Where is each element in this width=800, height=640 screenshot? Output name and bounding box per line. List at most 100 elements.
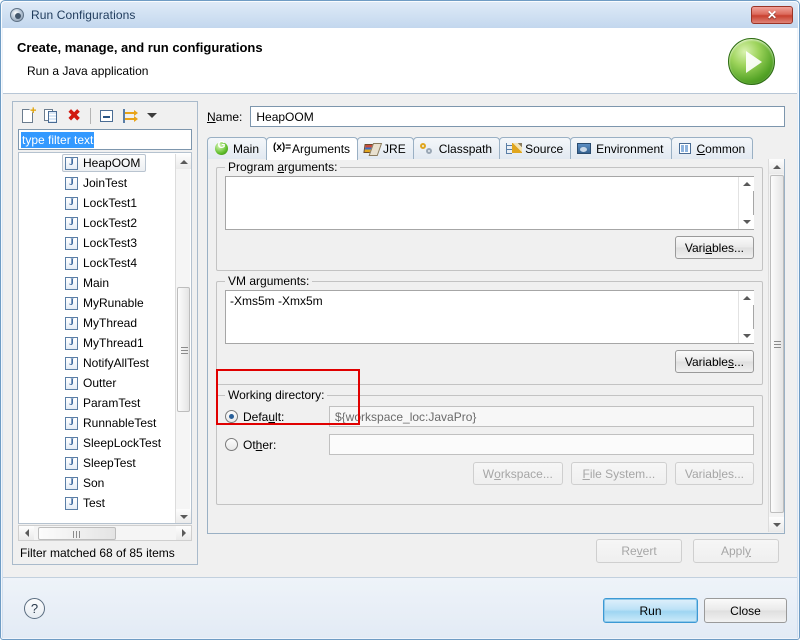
tree-item[interactable]: SleepTest bbox=[19, 453, 191, 473]
configurations-tree-panel: + ✖ bbox=[12, 101, 198, 565]
toolbar-separator bbox=[90, 108, 91, 124]
tree-item-label: NotifyAllTest bbox=[83, 356, 149, 370]
java-class-icon bbox=[65, 377, 78, 390]
name-input[interactable]: HeapOOM bbox=[250, 106, 785, 127]
tree-item-label: Test bbox=[83, 496, 105, 510]
working-dir-default-row: Default: ${workspace_loc:JavaPro} bbox=[225, 406, 754, 427]
tree-horizontal-scrollbar[interactable] bbox=[18, 525, 192, 541]
header-title: Create, manage, and run configurations bbox=[17, 40, 263, 55]
tab-environment[interactable]: Environment bbox=[570, 137, 671, 159]
java-class-icon bbox=[65, 317, 78, 330]
java-class-icon bbox=[65, 397, 78, 410]
tree-item[interactable]: NotifyAllTest bbox=[19, 353, 191, 373]
dialog-footer: ? Run Close bbox=[3, 577, 797, 638]
tree-item[interactable]: Son bbox=[19, 473, 191, 493]
vm-arguments-variables-button[interactable]: Variables... bbox=[675, 350, 754, 373]
vm-args-scroll-down[interactable] bbox=[739, 329, 754, 343]
content-scroll-down-button[interactable] bbox=[769, 517, 785, 532]
tree-item[interactable]: LockTest4 bbox=[19, 253, 191, 273]
vm-arguments-textarea[interactable]: -Xms5m -Xmx5m bbox=[225, 290, 754, 344]
tree-item[interactable]: SleepLockTest bbox=[19, 433, 191, 453]
tree-item[interactable]: Test bbox=[19, 493, 191, 513]
tree-item[interactable]: Outter bbox=[19, 373, 191, 393]
content-scroll-up-button[interactable] bbox=[769, 159, 785, 174]
tree-hscroll-right-button[interactable] bbox=[176, 526, 191, 540]
tree-item[interactable]: HeapOOM bbox=[19, 153, 191, 173]
new-document-icon[interactable]: + bbox=[18, 106, 38, 126]
tab-classpath[interactable]: Classpath bbox=[413, 137, 500, 159]
help-question-icon[interactable]: ? bbox=[24, 598, 45, 619]
workspace-button: Workspace... bbox=[473, 462, 563, 485]
filter-arrows-icon[interactable] bbox=[120, 106, 140, 126]
working-dir-default-radio[interactable] bbox=[225, 410, 238, 423]
tree-item[interactable]: LockTest2 bbox=[19, 213, 191, 233]
tree-item[interactable]: LockTest3 bbox=[19, 233, 191, 253]
copy-icon[interactable] bbox=[41, 106, 61, 126]
java-class-icon bbox=[65, 457, 78, 470]
delete-x-icon[interactable]: ✖ bbox=[64, 106, 84, 126]
filter-input-value: type filter text bbox=[21, 132, 94, 148]
tab-main[interactable]: Main bbox=[207, 137, 267, 159]
working-dir-other-radio[interactable] bbox=[225, 438, 238, 451]
run-button[interactable]: Run bbox=[603, 598, 698, 623]
working-dir-other-row: Other: bbox=[225, 434, 754, 455]
tree-item-inner: SleepLockTest bbox=[62, 434, 167, 452]
jre-icon bbox=[364, 142, 379, 156]
tree-item-inner: ParamTest bbox=[62, 394, 146, 412]
java-class-icon bbox=[65, 417, 78, 430]
program-arguments-variables-button[interactable]: Variables... bbox=[675, 236, 754, 259]
arguments-scroll-area: Program arguments: Variables... bbox=[208, 159, 769, 532]
tree-scroll-down-button[interactable] bbox=[176, 509, 191, 524]
tab-source[interactable]: Source bbox=[499, 137, 571, 159]
tree-item[interactable]: MyRunable bbox=[19, 293, 191, 313]
tree-item[interactable]: RunnableTest bbox=[19, 413, 191, 433]
java-class-icon bbox=[65, 177, 78, 190]
working-directory-label: Working directory: bbox=[225, 388, 327, 402]
java-class-icon bbox=[65, 477, 78, 490]
tree-scroll-thumb[interactable] bbox=[177, 287, 190, 412]
environment-icon bbox=[577, 142, 592, 156]
vm-arguments-scrollbar[interactable] bbox=[738, 291, 753, 343]
collapse-all-icon[interactable] bbox=[97, 106, 117, 126]
program-args-scroll-down[interactable] bbox=[739, 215, 754, 229]
tab-jre[interactable]: JRE bbox=[357, 137, 414, 159]
filter-text-input[interactable]: type filter text bbox=[18, 129, 192, 150]
java-class-icon bbox=[65, 277, 78, 290]
working-dir-other-field[interactable] bbox=[329, 434, 754, 455]
working-dir-default-label: Default: bbox=[243, 410, 329, 424]
tree-item-inner: Test bbox=[62, 494, 111, 512]
classpath-icon bbox=[420, 142, 435, 156]
tree-item[interactable]: LockTest1 bbox=[19, 193, 191, 213]
program-arguments-textarea[interactable] bbox=[225, 176, 754, 230]
header-subtitle: Run a Java application bbox=[27, 64, 148, 78]
tree-vertical-scrollbar[interactable] bbox=[175, 154, 190, 524]
program-arguments-scrollbar[interactable] bbox=[738, 177, 753, 229]
tab-main-label: Main bbox=[233, 142, 259, 156]
vm-args-scroll-up[interactable] bbox=[739, 291, 754, 305]
tree-item[interactable]: MyThread1 bbox=[19, 333, 191, 353]
tree-item[interactable]: Main bbox=[19, 273, 191, 293]
tree-item-inner: JoinTest bbox=[62, 174, 133, 192]
tree-item-label: RunnableTest bbox=[83, 416, 156, 430]
content-scroll-thumb[interactable] bbox=[770, 175, 784, 513]
program-args-scroll-up[interactable] bbox=[739, 177, 754, 191]
tree-item-inner: LockTest1 bbox=[62, 194, 143, 212]
configurations-tree[interactable]: HeapOOMJoinTestLockTest1LockTest2LockTes… bbox=[18, 152, 192, 524]
tree-hscroll-left-button[interactable] bbox=[19, 526, 34, 540]
window-title: Run Configurations bbox=[31, 8, 136, 22]
working-directory-button-row: Workspace... File System... Variables... bbox=[225, 462, 754, 485]
close-button[interactable]: Close bbox=[704, 598, 787, 623]
tab-common[interactable]: Common bbox=[671, 137, 754, 159]
close-window-button[interactable]: ✕ bbox=[751, 6, 793, 24]
tree-item[interactable]: ParamTest bbox=[19, 393, 191, 413]
tree-item-label: JoinTest bbox=[83, 176, 127, 190]
tree-item[interactable]: MyThread bbox=[19, 313, 191, 333]
tree-scroll-up-button[interactable] bbox=[176, 154, 191, 169]
tab-arguments[interactable]: (x)= Arguments bbox=[266, 137, 358, 160]
content-vertical-scrollbar[interactable] bbox=[768, 159, 784, 532]
tree-item-inner: Son bbox=[62, 474, 110, 492]
tree-hscroll-thumb[interactable] bbox=[38, 527, 116, 540]
chevron-down-icon[interactable] bbox=[143, 106, 157, 126]
gear-icon bbox=[9, 7, 25, 23]
tree-item[interactable]: JoinTest bbox=[19, 173, 191, 193]
